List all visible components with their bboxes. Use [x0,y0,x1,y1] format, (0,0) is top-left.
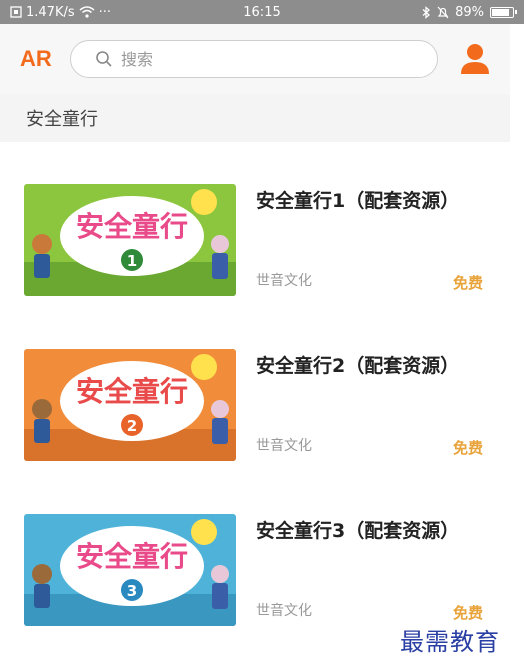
status-dots: ··· [98,4,112,20]
ar-logo[interactable]: AR [20,46,70,72]
status-time: 16:15 [243,4,281,20]
cover-image[interactable]: 安全童行 2 [24,349,236,461]
cover-image[interactable]: 安全童行 1 [24,184,236,296]
bluetooth-icon [422,5,431,19]
battery-percent: 89% [455,4,484,20]
mute-bell-icon [437,6,449,18]
cover-title: 安全童行 [76,210,188,243]
list-item[interactable]: 安全童行 1 安全童行1（配套资源） 世音文化 免费 [0,142,524,296]
list-item[interactable]: 安全童行 3 安全童行3（配套资源） 世音文化 免费 [0,472,524,626]
status-right: 89% [324,4,517,20]
item-title[interactable]: 安全童行2（配套资源） [256,351,459,378]
cover-number: 3 [127,582,137,600]
status-left: 1.47K/s ··· [10,5,200,20]
search-icon [96,51,112,67]
battery-icon [490,6,517,18]
cover-number: 1 [127,252,137,270]
item-price: 免费 [453,439,484,457]
search-input[interactable] [121,49,401,69]
item-title[interactable]: 安全童行3（配套资源） [256,516,459,543]
cover-number: 2 [127,417,137,435]
item-publisher: 世音文化 [256,438,312,454]
status-bar: 1.47K/s ··· 16:15 89% [0,0,524,24]
item-publisher: 世音文化 [256,603,312,619]
cover-title: 安全童行 [76,540,188,573]
item-price: 免费 [453,274,484,292]
battery-fill [492,8,509,16]
section-header: 安全童行 [0,94,510,142]
sim-icon [10,6,22,18]
cover-title: 安全童行 [76,375,188,408]
search-box[interactable] [70,40,438,78]
list-item[interactable]: 安全童行 2 安全童行2（配套资源） 世音文化 免费 [0,307,524,461]
user-profile-icon[interactable] [460,42,490,76]
network-speed: 1.47K/s [26,4,75,20]
item-title[interactable]: 安全童行1（配套资源） [256,186,459,213]
item-publisher: 世音文化 [256,273,312,289]
cover-image[interactable]: 安全童行 3 [24,514,236,626]
wifi-icon [79,6,95,18]
watermark: 最需教育 [400,628,500,656]
top-bar: AR [0,24,510,94]
item-price: 免费 [453,604,484,622]
